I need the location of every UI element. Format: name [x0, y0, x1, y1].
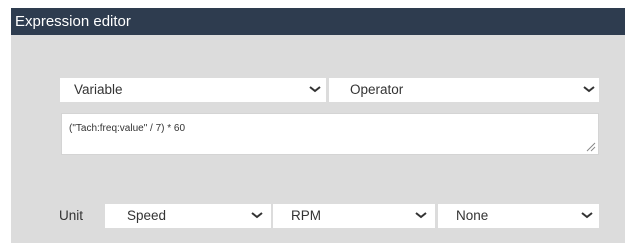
modifier-select[interactable]: None: [438, 204, 599, 228]
chevron-down-icon: [251, 212, 263, 219]
chevron-down-icon: [415, 212, 427, 219]
modifier-select-value: None: [456, 208, 489, 223]
variable-select-value: Variable: [74, 82, 123, 97]
resize-handle-icon[interactable]: [586, 142, 596, 152]
chevron-down-icon: [309, 86, 321, 93]
window-title: Expression editor: [11, 8, 625, 35]
expression-input[interactable]: ("Tach:freq:value" / 7) * 60: [61, 113, 599, 155]
quantity-select[interactable]: Speed: [105, 204, 271, 228]
quantity-select-value: Speed: [127, 208, 167, 223]
operator-select-value: Operator: [350, 82, 404, 97]
expression-editor-window: Expression editor Variable Operator ("Ta…: [11, 8, 625, 243]
chevron-down-icon: [583, 86, 595, 93]
operator-select[interactable]: Operator: [329, 78, 599, 102]
unit-select-value: RPM: [291, 208, 321, 223]
variable-select[interactable]: Variable: [60, 78, 326, 102]
unit-label: Unit: [59, 208, 84, 223]
chevron-down-icon: [581, 212, 593, 219]
unit-select[interactable]: RPM: [273, 204, 435, 228]
expression-text: ("Tach:freq:value" / 7) * 60: [69, 123, 186, 134]
